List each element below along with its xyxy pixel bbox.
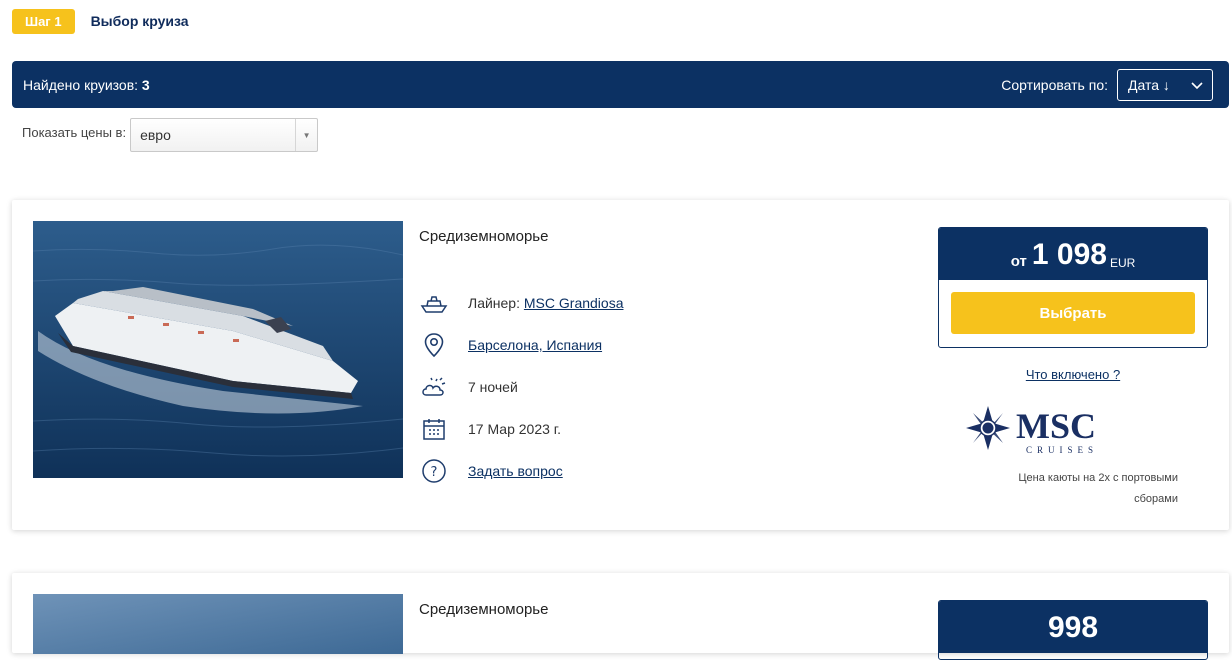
step-header: Шаг 1 Выбор круиза	[12, 8, 189, 34]
price-box: 998	[938, 600, 1208, 660]
price-header: от 1 098 EUR	[939, 228, 1207, 280]
night-cloud-icon	[419, 373, 449, 401]
sort-select[interactable]: Дата ↓	[1117, 68, 1213, 101]
sort-label: Сортировать по:	[1001, 76, 1108, 93]
sort-control: Сортировать по: Дата ↓	[1001, 68, 1229, 101]
results-bar: Найдено круизов: 3 Сортировать по: Дата …	[12, 61, 1229, 108]
found-label: Найдено круизов:	[23, 76, 139, 93]
currency-label: Показать цены в:	[22, 124, 127, 140]
ship-image	[33, 221, 403, 478]
step-badge: Шаг 1	[12, 8, 75, 34]
ship-link[interactable]: MSC Grandiosa	[524, 295, 624, 311]
info-ship: Лайнер: MSC Grandiosa	[419, 282, 623, 324]
step-title: Выбор круиза	[90, 13, 189, 29]
price-currency: EUR	[1109, 256, 1136, 270]
whats-included-link[interactable]: Что включено ?	[938, 367, 1208, 382]
price-note: Цена каюты на 2х с портовыми сборами	[1018, 472, 1178, 505]
cruise-region: Средиземноморье	[419, 228, 549, 245]
ship-photo	[33, 221, 403, 478]
ship-label: Лайнер:	[468, 295, 520, 311]
found-number: 3	[141, 76, 150, 93]
currency-value: евро	[140, 127, 171, 143]
found-count: Найдено круизов: 3	[23, 77, 150, 93]
currency-control: Показать цены в: евро ▼	[22, 118, 319, 152]
ask-link[interactable]: Задать вопрос	[468, 463, 563, 479]
nights-text: 7 ночей	[468, 379, 518, 395]
question-icon: ?	[419, 457, 449, 485]
brand-sub: CRUISES	[1026, 445, 1098, 455]
cruise-region: Средиземноморье	[419, 601, 549, 618]
sort-value: Дата ↓	[1128, 76, 1170, 93]
date-text: 17 Мар 2023 г.	[468, 421, 562, 437]
msc-logo: MSC CRUISES	[964, 400, 1124, 460]
price-value: 1 098	[1031, 238, 1107, 271]
calendar-icon	[419, 415, 449, 443]
info-ask: ? Задать вопрос	[419, 450, 623, 492]
select-button[interactable]: Выбрать	[951, 292, 1195, 334]
compass-rose-icon	[966, 406, 1010, 450]
port-link[interactable]: Барселона, Испания	[468, 337, 602, 353]
info-date: 17 Мар 2023 г.	[419, 408, 623, 450]
ship-icon	[419, 289, 449, 317]
price-from: от	[1010, 253, 1027, 270]
price-box: от 1 098 EUR Выбрать	[938, 227, 1208, 348]
cruise-card: Средиземноморье 998	[12, 573, 1229, 660]
cruise-card: Средиземноморье Лайнер: MSC Grandiosa Ба…	[12, 200, 1229, 530]
currency-select[interactable]: евро ▼	[130, 118, 319, 152]
location-pin-icon	[419, 331, 449, 359]
cruise-info: Лайнер: MSC Grandiosa Барселона, Испания…	[419, 282, 623, 492]
svg-text:?: ?	[431, 465, 438, 480]
info-nights: 7 ночей	[419, 366, 623, 408]
info-port: Барселона, Испания	[419, 324, 623, 366]
brand-name: MSC	[1016, 406, 1096, 446]
chevron-down-icon	[1191, 81, 1203, 89]
ship-photo	[33, 594, 403, 654]
price-header: 998	[939, 601, 1207, 653]
price-value: 998	[1047, 611, 1099, 644]
dropdown-arrow-icon: ▼	[295, 119, 317, 151]
